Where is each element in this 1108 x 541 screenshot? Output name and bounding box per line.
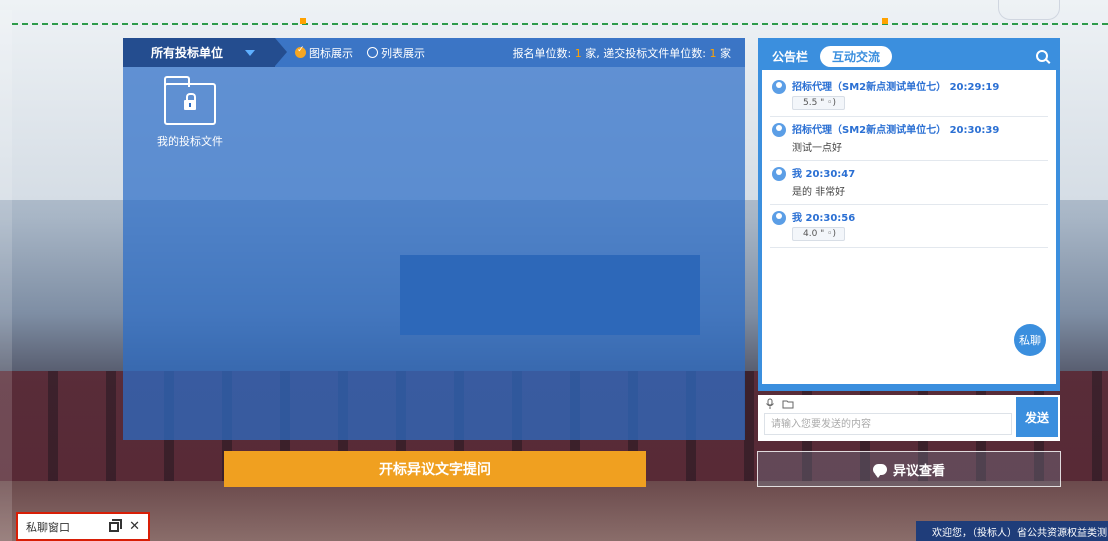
unit-selector-label: 所有投标单位 <box>151 46 224 60</box>
signup-label: 报名单位数: <box>512 46 572 60</box>
private-chat-window[interactable]: 私聊窗口 ✕ <box>16 512 150 541</box>
top-marker <box>300 18 306 24</box>
microphone-icon[interactable] <box>764 398 776 410</box>
send-button[interactable]: 发送 <box>1016 397 1058 437</box>
tab-announcements[interactable]: 公告栏 <box>772 48 808 65</box>
user-avatar-icon <box>772 211 786 225</box>
user-avatar-icon <box>772 123 786 137</box>
view-objections-button[interactable]: 异议查看 <box>757 451 1061 487</box>
chat-message-list: 招标代理（SM2新点测试单位七） 20:29:19 5.5 " ◦) 招标代理（… <box>762 70 1056 384</box>
view-list-label: 列表展示 <box>381 46 425 60</box>
chat-message: 我 20:30:56 4.0 " ◦) <box>770 205 1048 248</box>
radio-checked-icon <box>295 45 306 58</box>
chat-message: 招标代理（SM2新点测试单位七） 20:30:39 测试一点好 <box>770 117 1048 161</box>
signup-unit: 家, <box>585 46 600 60</box>
message-text: 测试一点好 <box>792 143 842 154</box>
private-window-title: 私聊窗口 <box>26 520 70 534</box>
view-toggle: 图标展示 列表展示 <box>295 45 435 61</box>
view-icon-label: 图标展示 <box>309 46 353 60</box>
welcome-message: 欢迎您，（投标人）省公共资源权益类测 <box>916 521 1108 541</box>
chat-bubble-icon <box>872 463 887 478</box>
chat-input-area: 发送 <box>758 395 1060 441</box>
user-avatar-icon <box>772 80 786 94</box>
top-right-tab[interactable] <box>998 0 1060 20</box>
chat-message: 我 20:30:47 是的 非常好 <box>770 161 1048 205</box>
bid-files-panel: 所有投标单位 图标展示 列表展示 报名单位数: 1 家, 递交投标文件单位数: … <box>123 38 745 440</box>
view-icon-option[interactable]: 图标展示 <box>295 45 353 61</box>
submit-unit: 家 <box>720 46 731 60</box>
bid-files-header: 所有投标单位 图标展示 列表展示 报名单位数: 1 家, 递交投标文件单位数: … <box>123 38 745 67</box>
message-input[interactable] <box>764 413 1012 435</box>
radio-unchecked-icon <box>367 47 378 58</box>
chat-message: 招标代理（SM2新点测试单位七） 20:29:19 5.5 " ◦) <box>770 74 1048 117</box>
left-edge-strip <box>0 10 12 541</box>
message-text: 是的 非常好 <box>792 187 846 198</box>
message-sender: 招标代理（SM2新点测试单位七） 20:30:39 <box>792 125 1000 136</box>
input-tools <box>764 398 794 410</box>
user-avatar-icon <box>772 167 786 181</box>
folder-icon[interactable] <box>782 398 794 410</box>
voice-message[interactable]: 5.5 " ◦) <box>792 96 845 110</box>
restore-window-icon[interactable] <box>109 518 123 532</box>
private-chat-button[interactable]: 私聊 <box>1014 324 1046 356</box>
chat-panel: 公告栏 互动交流 招标代理（SM2新点测试单位七） 20:29:19 5.5 "… <box>758 38 1060 391</box>
message-sender: 我 20:30:56 <box>792 213 856 224</box>
my-bid-file-label: 我的投标文件 <box>157 135 223 148</box>
unit-stats: 报名单位数: 1 家, 递交投标文件单位数: 1 家 <box>513 45 731 61</box>
top-dashed-divider <box>12 23 1108 25</box>
voice-message[interactable]: 4.0 " ◦) <box>792 227 845 241</box>
tab-interaction[interactable]: 互动交流 <box>820 45 893 67</box>
top-marker <box>882 18 888 24</box>
close-icon[interactable]: ✕ <box>129 519 140 534</box>
chat-tabs: 公告栏 互动交流 <box>762 42 1056 70</box>
view-list-option[interactable]: 列表展示 <box>367 45 425 61</box>
submit-label: 递交投标文件单位数: <box>603 46 706 60</box>
lock-icon <box>184 93 196 110</box>
my-bid-file[interactable]: 我的投标文件 <box>145 76 235 149</box>
unit-selector[interactable]: 所有投标单位 <box>123 38 287 67</box>
message-sender: 招标代理（SM2新点测试单位七） 20:29:19 <box>792 82 1000 93</box>
submit-count: 1 <box>709 46 717 60</box>
caret-down-icon <box>245 49 256 56</box>
opening-objection-question-button[interactable]: 开标异议文字提问 <box>224 451 646 487</box>
signup-count: 1 <box>574 46 582 60</box>
search-icon[interactable] <box>1036 50 1048 62</box>
locked-folder-icon <box>164 76 216 125</box>
message-sender: 我 20:30:47 <box>792 169 856 180</box>
view-objections-label: 异议查看 <box>892 463 945 479</box>
